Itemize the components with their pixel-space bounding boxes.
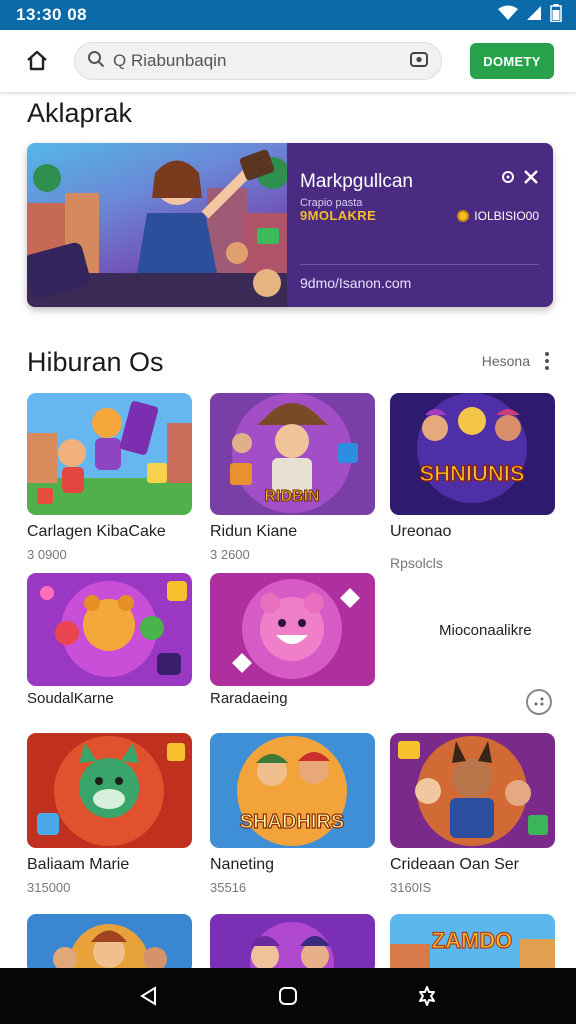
game-name: Carlagen KibaCake [27,523,166,540]
home-nav-icon[interactable] [258,976,318,1016]
game-thumbnail [27,733,192,848]
featured-code: IOLBISIO00 [457,209,539,223]
game-count: 3 0900 [27,547,67,562]
status-bar: 13:30 08 [0,0,576,30]
game-card[interactable]: Baliaam Marie 315000 [27,733,192,895]
featured-code-text: IOLBISIO00 [474,209,539,223]
game-card[interactable]: ZAMDO [390,914,555,974]
game-card[interactable]: Crideaan Oan Ser 3160IS [390,733,555,895]
system-nav-bar [0,968,576,1024]
thumb-title: SHADHIRS [240,811,344,833]
game-thumbnail: RIDBIN [210,393,375,515]
game-name: Naneting [210,856,275,873]
game-name: Baliaam Marie [27,856,130,873]
settings-icon[interactable] [501,170,515,189]
game-count: 3160IS [390,880,432,895]
game-card[interactable]: SHNIUNIS Ureonao [390,393,555,541]
game-count: 35516 [210,880,247,895]
featured-banner-art [27,143,287,307]
search-input[interactable] [113,51,401,71]
close-icon[interactable] [523,169,539,190]
game-thumbnail: SHNIUNIS [390,393,555,515]
featured-banner-info: Markpgullcan Crapio pasta IOLBISIO00 9MO… [287,143,553,307]
games-section-title: Hiburan Os [27,347,164,377]
game-thumbnail [210,573,375,686]
camera-icon[interactable] [409,50,429,73]
game-card[interactable]: Carlagen KibaCake 3 0900 [27,393,192,562]
game-name: Ureonao [390,523,452,540]
top-app-bar: DOMETY [0,30,576,92]
thumb-title: RIDBIN [264,488,319,505]
back-icon[interactable] [119,976,179,1016]
featured-badge: 9MOLAKRE [300,208,377,223]
thumb-title: SHNIUNIS [419,461,524,486]
game-count: 315000 [27,880,71,895]
more-options-icon[interactable] [542,350,552,372]
wifi-icon [498,5,518,26]
signal-icon [526,5,542,26]
see-more-link[interactable]: Hesona [482,353,530,369]
game-thumbnail [210,914,375,974]
game-card[interactable]: Raradaeing [210,573,375,707]
game-card[interactable] [210,914,375,974]
game-card[interactable] [27,914,192,974]
home-icon[interactable] [20,44,54,78]
game-name: SoudalKarne [27,690,114,707]
banner-controls [501,169,539,190]
game-thumbnail [27,573,192,686]
game-card[interactable]: SoudalKarne [27,573,192,707]
game-thumbnail: ZAMDO [390,914,555,974]
game-card[interactable]: SHADHIRS Naneting 35516 [210,733,375,895]
thumb-title: ZAMDO [432,928,513,953]
coin-icon [457,210,470,222]
featured-link[interactable]: 9dmo/Isanon.com [300,275,411,291]
game-thumbnail [27,393,192,515]
game-count: 3 2600 [210,547,250,562]
domety-button[interactable]: DOMETY [470,43,554,79]
banner-divider [300,264,539,265]
search-bar[interactable] [74,42,442,80]
featured-banner[interactable]: Markpgullcan Crapio pasta IOLBISIO00 9MO… [27,143,553,307]
search-icon [87,50,105,73]
game-thumbnail [27,914,192,974]
game-name: Raradaeing [210,690,288,707]
loading-icon [526,689,552,715]
game-name: Crideaan Oan Ser [390,856,519,873]
game-name: Ridun Kiane [210,523,298,540]
game-card[interactable]: RIDBIN Ridun Kiane 3 2600 [210,393,375,562]
side-label: Mioconaalikre [439,622,532,639]
recents-icon[interactable] [397,976,457,1016]
status-time: 13:30 08 [16,5,88,24]
battery-icon [550,3,562,27]
game-thumbnail: SHADHIRS [210,733,375,848]
game-thumbnail [390,733,555,848]
featured-section-title: Aklaprak [27,98,133,128]
side-label: Rpsolcls [390,555,443,571]
